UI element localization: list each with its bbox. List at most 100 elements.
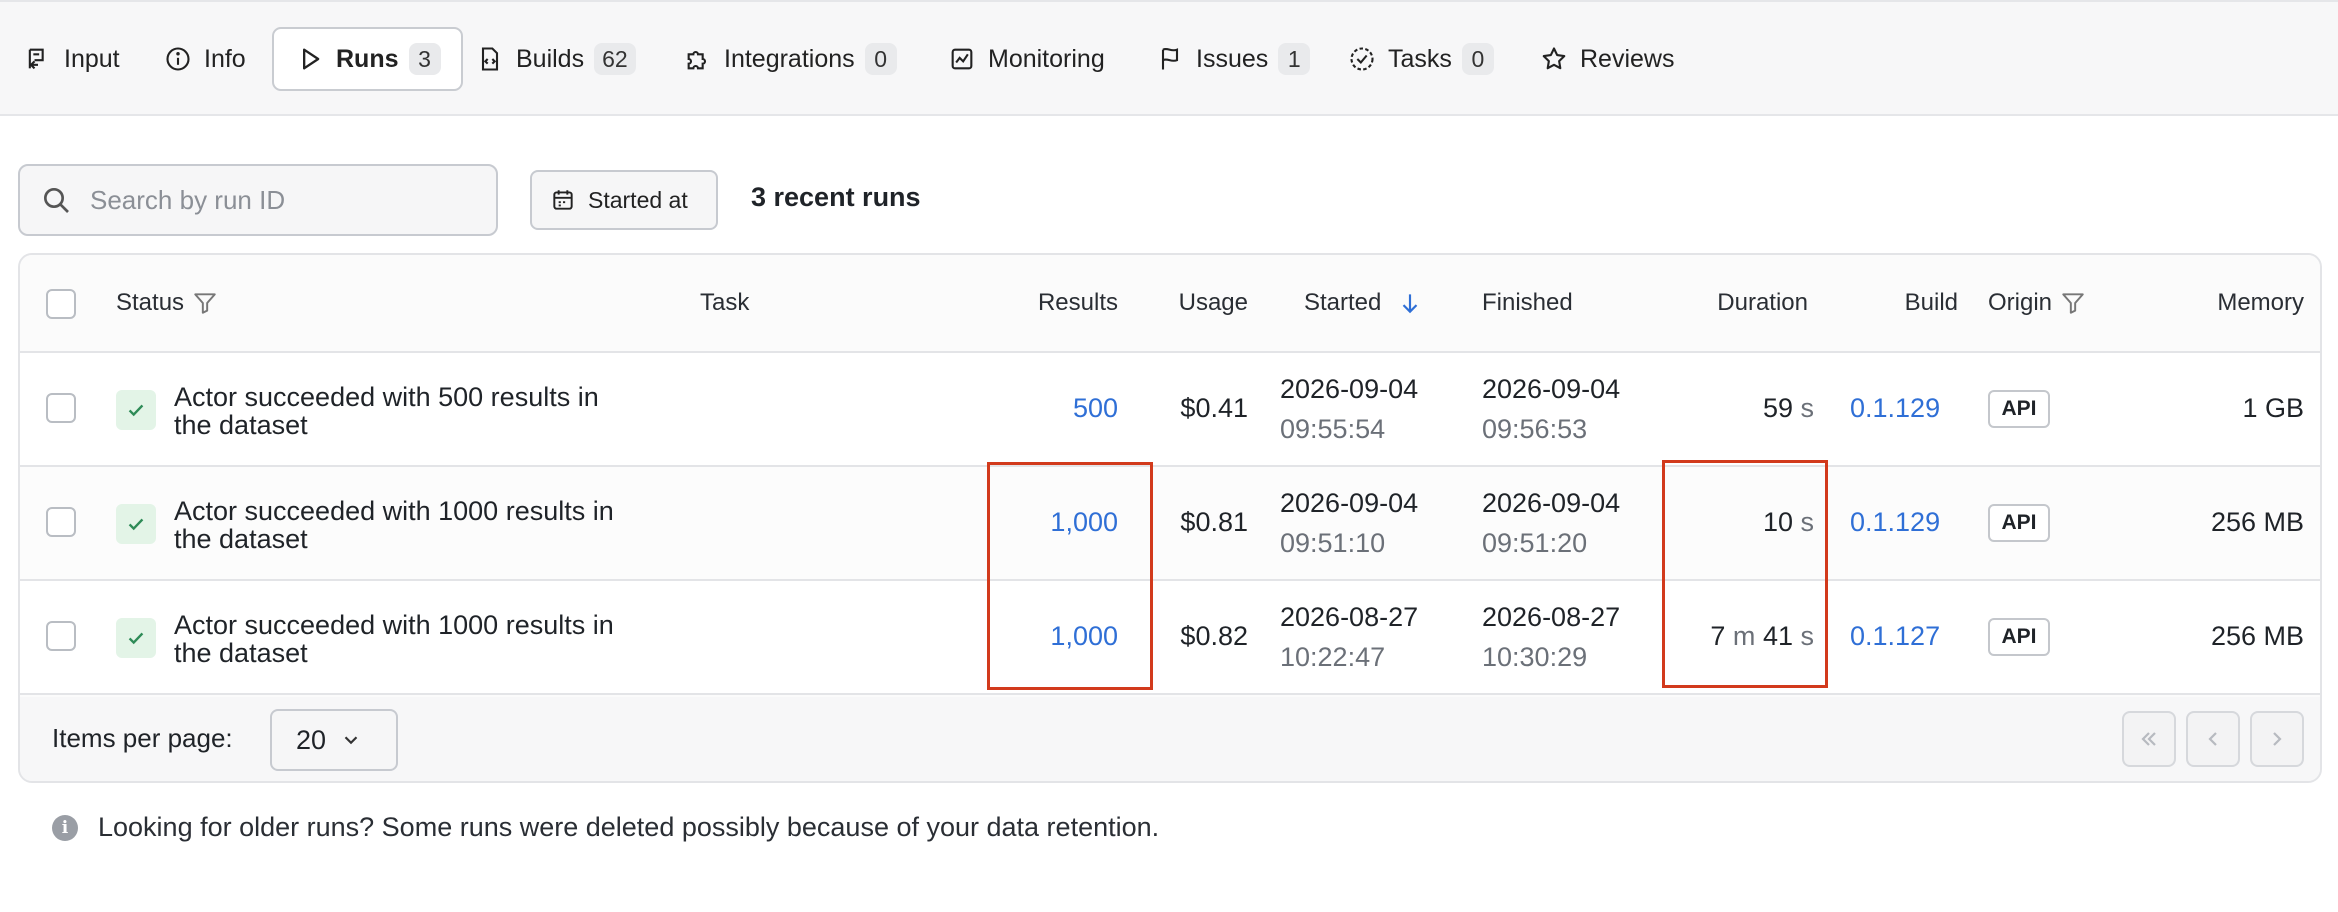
- table-row[interactable]: Actor succeeded with 1000 results in the…: [20, 467, 2320, 581]
- column-memory: Memory: [2217, 289, 2304, 316]
- tab-runs-count: 3: [408, 43, 441, 75]
- build-link[interactable]: 0.1.129: [1850, 507, 1940, 538]
- next-page-button[interactable]: [2250, 711, 2304, 767]
- finished-datetime: 2026-08-27 10:30:29: [1482, 602, 1621, 672]
- chevron-down-icon: [344, 736, 358, 745]
- usage-value: $0.82: [1180, 621, 1248, 651]
- star-icon: [1538, 43, 1570, 75]
- tab-issues[interactable]: Issues 1: [1154, 2, 1311, 116]
- status-success-badge: [116, 618, 156, 658]
- memory-value: 256 MB: [2210, 507, 2304, 537]
- status-message: Actor succeeded with 500 results in the …: [174, 382, 599, 440]
- older-runs-text: Looking for older runs? Some runs were d…: [98, 812, 1160, 842]
- runs-table: Status Task Results Usage Started Finish…: [18, 253, 2322, 783]
- tab-monitoring-label: Monitoring: [988, 44, 1105, 73]
- check-icon: [128, 518, 144, 531]
- column-started[interactable]: Started: [1304, 255, 1423, 351]
- info-icon: i: [52, 814, 78, 841]
- sort-down-icon[interactable]: [1397, 290, 1423, 316]
- column-usage: Usage: [1178, 289, 1248, 316]
- calendar-icon: [553, 190, 573, 210]
- started-datetime: 2026-09-04 09:55:54: [1280, 374, 1419, 444]
- build-link[interactable]: 0.1.127: [1850, 621, 1940, 652]
- tab-runs[interactable]: Runs 3: [272, 27, 463, 91]
- tab-issues-count: 1: [1278, 43, 1311, 75]
- tab-reviews-label: Reviews: [1580, 44, 1675, 73]
- tab-input[interactable]: Input: [22, 2, 120, 116]
- started-datetime: 2026-08-27 10:22:47: [1280, 602, 1419, 672]
- column-task: Task: [700, 289, 750, 316]
- tab-builds[interactable]: Builds 62: [474, 2, 636, 116]
- status-message: Actor succeeded with 1000 results in the…: [174, 496, 614, 554]
- table-row[interactable]: Actor succeeded with 500 results in the …: [20, 353, 2320, 467]
- tab-integrations[interactable]: Integrations 0: [682, 2, 897, 116]
- tab-runs-label: Runs: [336, 44, 399, 73]
- info-icon: [162, 43, 194, 75]
- tab-info[interactable]: Info: [162, 2, 246, 116]
- column-status[interactable]: Status: [116, 255, 218, 351]
- started-at-filter-button[interactable]: Started at: [530, 170, 718, 230]
- tab-integrations-count: 0: [864, 43, 897, 75]
- items-per-page-label: Items per page:: [52, 723, 233, 753]
- tab-bar: Input Info Runs 3 Builds 62 Integrations…: [0, 0, 2338, 116]
- input-icon: [22, 43, 54, 75]
- origin-badge: API: [1988, 504, 2050, 542]
- row-checkbox[interactable]: [46, 393, 76, 423]
- memory-value: 1 GB: [2242, 393, 2304, 423]
- tab-tasks[interactable]: Tasks 0: [1346, 2, 1494, 116]
- table-header: Status Task Results Usage Started Finish…: [20, 255, 2320, 353]
- column-results: Results: [1037, 289, 1118, 316]
- started-datetime: 2026-09-04 09:51:10: [1280, 488, 1419, 558]
- puzzle-icon: [682, 43, 714, 75]
- results-link[interactable]: 500: [1000, 393, 1118, 424]
- finished-datetime: 2026-09-04 09:56:53: [1482, 374, 1621, 444]
- started-at-label: Started at: [588, 186, 688, 213]
- duration-value: 59 s: [1762, 393, 1814, 423]
- items-per-page-select[interactable]: 20: [270, 709, 398, 771]
- column-finished: Finished: [1482, 289, 1573, 316]
- status-message: Actor succeeded with 1000 results in the…: [174, 610, 614, 668]
- first-page-button[interactable]: [2122, 711, 2176, 767]
- duration-value: 7 m 41 s: [1710, 621, 1814, 651]
- file-code-icon: [474, 43, 506, 75]
- filter-icon[interactable]: [2060, 290, 2086, 316]
- status-success-badge: [116, 504, 156, 544]
- search-input[interactable]: [90, 184, 470, 216]
- usage-value: $0.81: [1180, 507, 1248, 537]
- results-link[interactable]: 1,000: [1000, 621, 1118, 652]
- finished-datetime: 2026-09-04 09:51:20: [1482, 488, 1621, 558]
- build-link[interactable]: 0.1.129: [1850, 393, 1940, 424]
- duration-value: 10 s: [1762, 507, 1814, 537]
- usage-value: $0.41: [1180, 393, 1248, 423]
- previous-page-button[interactable]: [2186, 711, 2240, 767]
- search-box: [18, 164, 498, 236]
- flag-icon: [1154, 43, 1186, 75]
- row-checkbox[interactable]: [46, 621, 76, 651]
- tab-builds-label: Builds: [516, 44, 585, 73]
- chevron-left-icon: [2208, 732, 2217, 746]
- chevron-right-icon: [2273, 732, 2282, 746]
- table-footer: Items per page: 20: [20, 697, 2320, 781]
- check-icon: [128, 404, 144, 417]
- tab-tasks-count: 0: [1461, 43, 1494, 75]
- tab-tasks-label: Tasks: [1388, 44, 1452, 73]
- tab-builds-count: 62: [594, 43, 636, 75]
- tab-monitoring[interactable]: Monitoring: [946, 2, 1105, 116]
- memory-value: 256 MB: [2210, 621, 2304, 651]
- task-check-icon: [1346, 43, 1378, 75]
- results-link[interactable]: 1,000: [1000, 507, 1118, 538]
- play-icon: [294, 43, 326, 75]
- table-row[interactable]: Actor succeeded with 1000 results in the…: [20, 581, 2320, 695]
- origin-badge: API: [1988, 618, 2050, 656]
- column-origin[interactable]: Origin: [1988, 255, 2086, 351]
- filter-icon[interactable]: [192, 290, 218, 316]
- check-icon: [128, 632, 144, 645]
- row-checkbox[interactable]: [46, 507, 76, 537]
- chart-icon: [946, 43, 978, 75]
- items-per-page-value: 20: [296, 724, 327, 755]
- tab-reviews[interactable]: Reviews: [1538, 2, 1674, 116]
- select-all-checkbox[interactable]: [46, 289, 76, 319]
- chevrons-left-icon: [2141, 732, 2156, 746]
- tab-integrations-label: Integrations: [724, 44, 855, 73]
- search-icon: [44, 188, 69, 213]
